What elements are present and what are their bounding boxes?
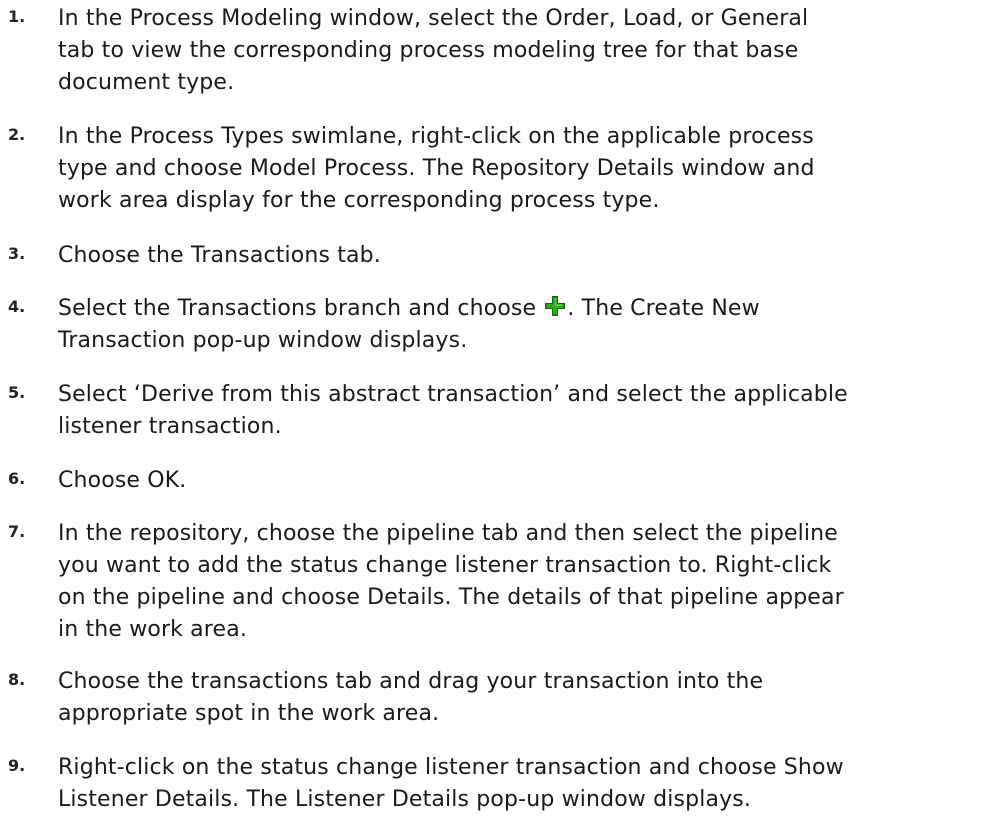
- step-text: Right-click on the status change listene…: [58, 752, 988, 816]
- step-number: 9.: [8, 756, 26, 775]
- step-line: on the pipeline and choose Details. The …: [58, 585, 844, 610]
- step-text: Select ‘Derive from this abstract transa…: [58, 379, 988, 443]
- step-line: document type.: [58, 70, 235, 95]
- step-text: Choose the Transactions tab.: [58, 240, 988, 272]
- green-plus-icon: [544, 295, 566, 317]
- step-text: In the repository, choose the pipeline t…: [58, 518, 988, 646]
- step-number: 7.: [8, 522, 26, 541]
- step-line: Choose OK.: [58, 468, 187, 493]
- step-line-text: . The Create New: [567, 296, 760, 321]
- step-line: appropriate spot in the work area.: [58, 701, 440, 726]
- step-number: 6.: [8, 469, 26, 488]
- step-line-text: Select the Transactions branch and choos…: [58, 296, 544, 321]
- step-line: tab to view the corresponding process mo…: [58, 38, 799, 63]
- step-line: Listener Details. The Listener Details p…: [58, 787, 752, 812]
- step-text: Choose OK.: [58, 465, 988, 497]
- step-line: Select ‘Derive from this abstract transa…: [58, 382, 848, 407]
- step-number: 1.: [8, 7, 26, 26]
- step-number: 4.: [8, 297, 26, 316]
- step-number: 8.: [8, 670, 26, 689]
- step-number: 3.: [8, 244, 26, 263]
- step-text: In the Process Types swimlane, right-cli…: [58, 121, 988, 217]
- step-text: In the Process Modeling window, select t…: [58, 3, 988, 99]
- step-line: Select the Transactions branch and choos…: [58, 293, 988, 325]
- step-line: In the Process Types swimlane, right-cli…: [58, 124, 814, 149]
- step-line: work area display for the corresponding …: [58, 188, 660, 213]
- step-line: Choose the transactions tab and drag you…: [58, 669, 764, 694]
- step-line: In the repository, choose the pipeline t…: [58, 521, 838, 546]
- step-line: type and choose Model Process. The Repos…: [58, 156, 815, 181]
- step-line: Choose the Transactions tab.: [58, 243, 381, 268]
- step-number: 5.: [8, 383, 26, 402]
- step-line: listener transaction.: [58, 414, 282, 439]
- step-text: Select the Transactions branch and choos…: [58, 293, 988, 357]
- step-line: in the work area.: [58, 617, 247, 642]
- step-line: you want to add the status change listen…: [58, 553, 832, 578]
- step-text: Choose the transactions tab and drag you…: [58, 666, 988, 730]
- step-line: Right-click on the status change listene…: [58, 755, 844, 780]
- step-number: 2.: [8, 125, 26, 144]
- step-line: In the Process Modeling window, select t…: [58, 6, 809, 31]
- step-line: Transaction pop-up window displays.: [58, 328, 468, 353]
